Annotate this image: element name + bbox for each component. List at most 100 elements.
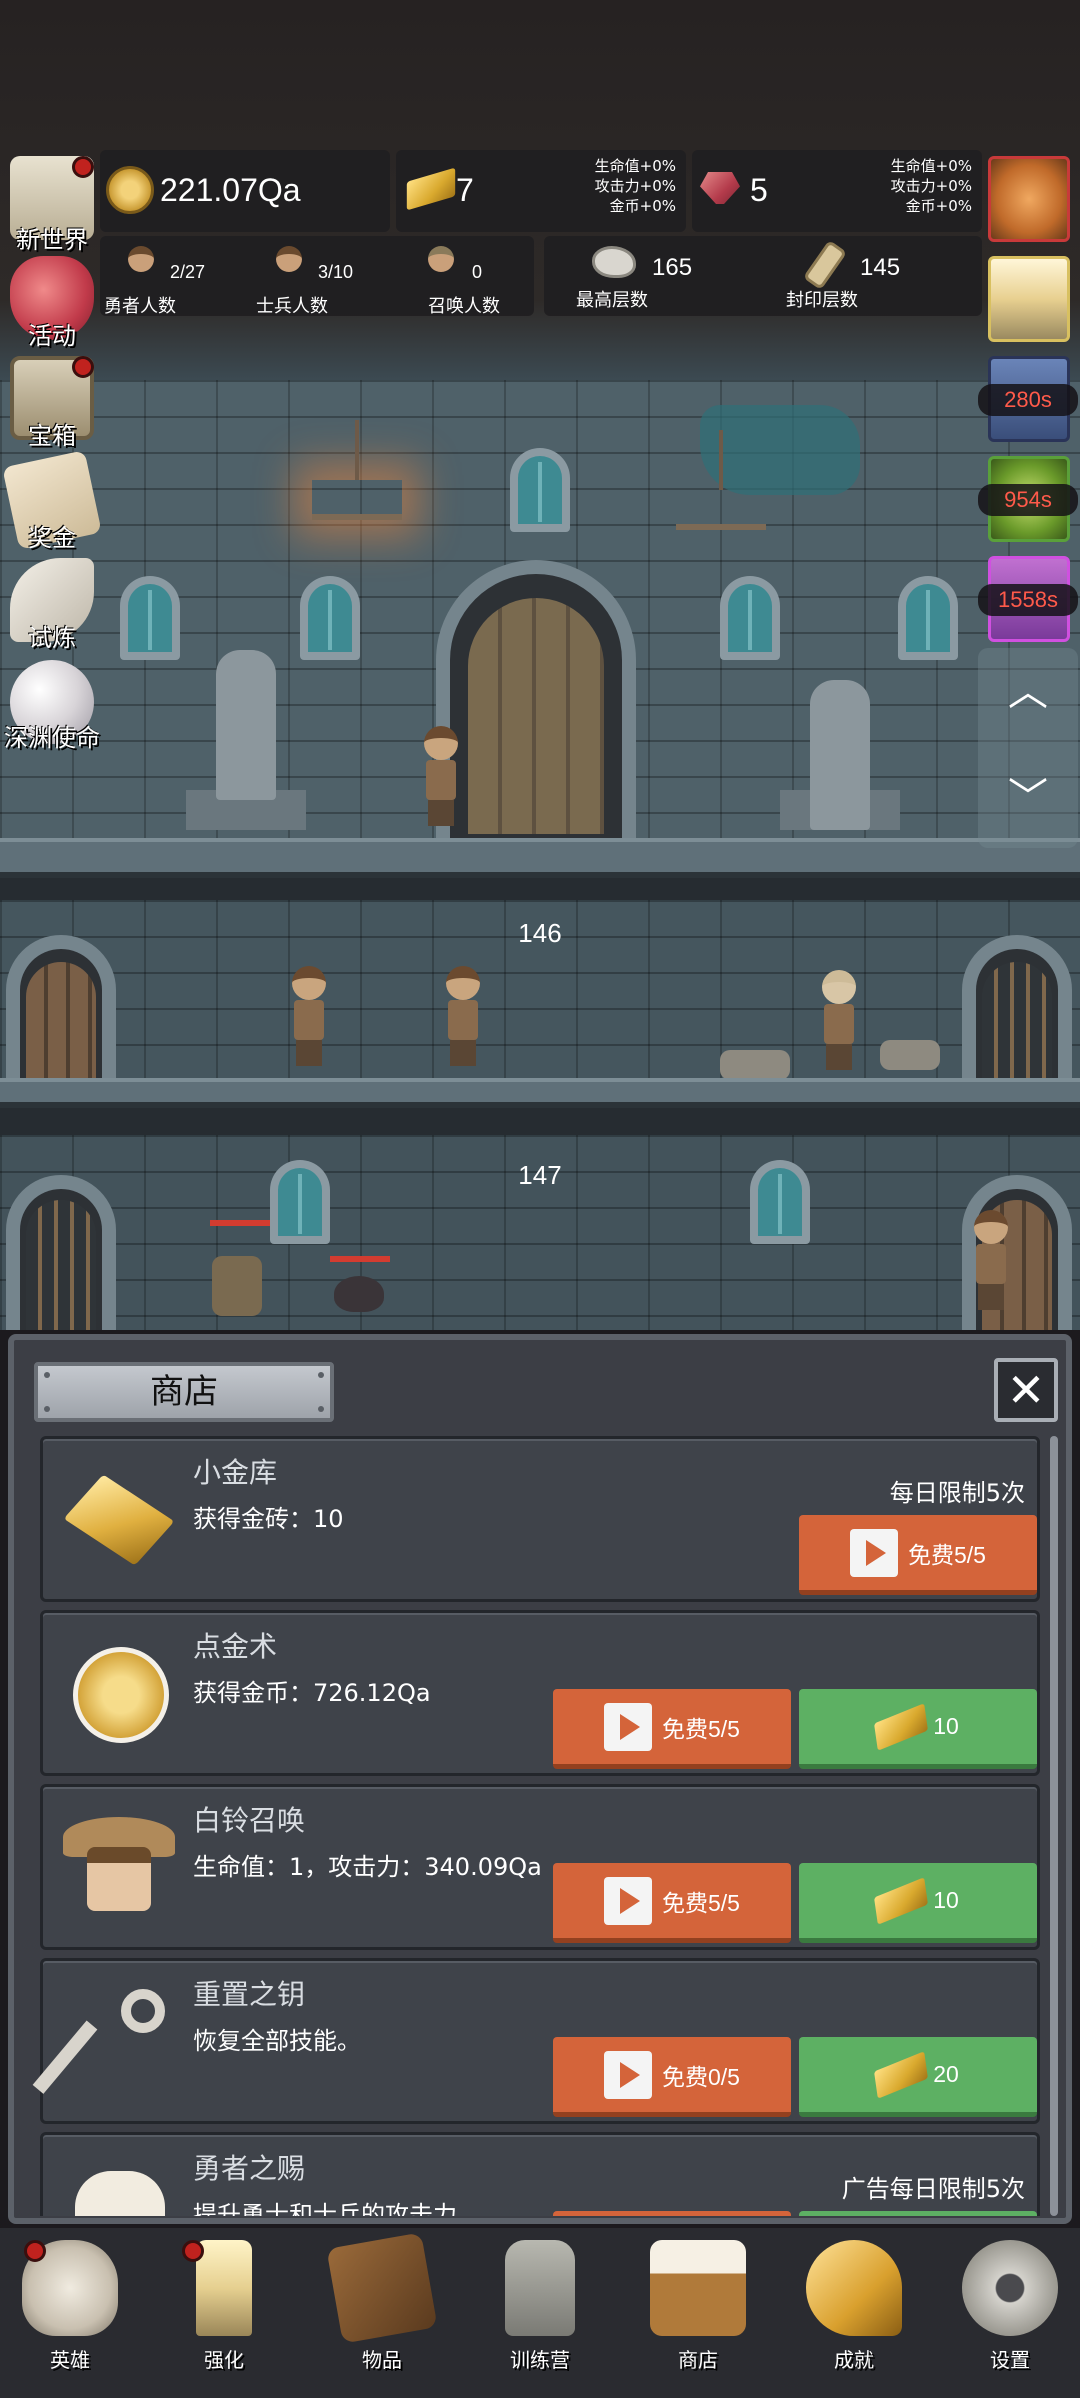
buy-with-gold-bar-button[interactable]: 10 — [799, 1689, 1037, 1769]
gold-bar-icon — [874, 1702, 929, 1751]
enemy-health-bar — [210, 1220, 270, 1226]
wall-damage — [700, 405, 860, 495]
floor-number: 146 — [518, 918, 562, 948]
shop-item-bailing-summon: 白铃召唤 生命值：1，攻击力：340.09Qa 免费5/5 10 — [40, 1784, 1040, 1950]
gem-panel: 5 生命值+0% 攻击力+0% 金币+0% — [692, 150, 982, 232]
gear-icon — [962, 2240, 1058, 2336]
new-world-button[interactable]: 新世界 — [4, 156, 100, 254]
soldier-count: 3/10 — [318, 262, 354, 282]
gem-amount: 5 — [750, 172, 768, 208]
shop-scrollbar[interactable] — [1050, 1436, 1058, 2216]
nav-shop[interactable]: 商店 — [628, 2240, 768, 2390]
hero-character — [424, 726, 458, 826]
window — [120, 576, 180, 660]
summon-avatar-icon — [426, 246, 456, 280]
side-gate — [26, 1200, 96, 1330]
girl-portrait-icon — [59, 1807, 179, 1927]
shop-panel: 商店 ✕ 小金库 获得金砖：10 每日限制5次 免费5/5 点金术 获得金币：7… — [8, 1334, 1072, 2224]
video-ad-icon — [850, 1528, 898, 1577]
video-ad-icon — [604, 1876, 652, 1925]
scroll-down-button[interactable]: ﹀ — [1006, 776, 1050, 820]
chandelier-lit — [312, 420, 402, 520]
shop-title-plate: 商店 — [34, 1362, 334, 1422]
floor-scroll-control: ︿ ﹀ — [978, 648, 1078, 848]
nav-enhance[interactable]: 强化 — [154, 2240, 294, 2390]
gold-bar-amount: 7 — [456, 172, 474, 208]
buy-with-gold-bar-button[interactable] — [799, 2211, 1037, 2216]
enemy-spider — [334, 1276, 384, 1312]
summon-count-label: 召唤人数 — [428, 296, 500, 317]
video-ad-icon — [604, 1702, 652, 1751]
window — [270, 1160, 330, 1244]
shop-item-small-vault: 小金库 获得金砖：10 每日限制5次 免费5/5 — [40, 1436, 1040, 1602]
nav-heroes[interactable]: 英雄 — [0, 2240, 140, 2390]
gold-panel: 221.07Qa — [100, 150, 390, 232]
free-claim-button[interactable] — [553, 2211, 791, 2216]
nav-achievements[interactable]: 成就 — [784, 2240, 924, 2390]
window — [510, 448, 570, 532]
floor-number: 147 — [518, 1160, 562, 1190]
buy-with-gold-bar-button[interactable]: 20 — [799, 2037, 1037, 2117]
soldier-character — [292, 966, 326, 1066]
notification-dot — [72, 356, 94, 378]
window — [720, 576, 780, 660]
summon-count: 0 — [472, 262, 483, 282]
nav-training-camp[interactable]: 训练营 — [470, 2240, 610, 2390]
hero-character — [974, 1210, 1008, 1310]
max-floor-value: 165 — [652, 254, 693, 281]
gold-bar-icon — [874, 1876, 929, 1925]
video-ad-icon — [604, 2050, 652, 2099]
shop-item-reset-key: 重置之钥 恢复全部技能。 免费0/5 20 — [32, 1958, 1040, 2124]
scroll-up-button[interactable]: ︿ — [1006, 670, 1050, 714]
book-icon — [326, 2232, 438, 2344]
trial-button[interactable]: 试炼 — [4, 558, 100, 652]
fallen-skeleton — [720, 1050, 790, 1080]
notification-dot — [72, 156, 94, 178]
key-icon — [32, 1981, 179, 2101]
lantern-icon — [505, 2240, 575, 2336]
red-gem-icon — [700, 172, 740, 204]
floor-stats-panel: 165 最高层数 145 封印层数 — [544, 236, 982, 316]
shop-title: 商店 — [150, 1372, 218, 1412]
bonus-button[interactable]: 奖金 — [2, 450, 102, 552]
beer-mug-icon — [59, 2155, 179, 2216]
key-icon — [806, 2240, 902, 2336]
treasure-chest-button[interactable]: 宝箱 — [4, 356, 100, 450]
stone-tablet-icon — [592, 246, 636, 278]
close-button[interactable]: ✕ — [994, 1358, 1058, 1422]
gem-bonus: 生命值+0% 攻击力+0% 金币+0% — [890, 157, 972, 215]
side-gate — [982, 962, 1052, 1080]
shop-item-hero-gift: 勇者之赐 提升勇士和士兵的攻击力。 广告每日限制5次 — [40, 2132, 1040, 2216]
candle-buff-button[interactable] — [988, 256, 1070, 342]
event-button[interactable]: 活动 — [4, 256, 100, 350]
abyss-mission-button[interactable]: 深渊使命 — [4, 660, 100, 752]
window — [898, 576, 958, 660]
pumpkin-buff-button[interactable] — [988, 156, 1070, 242]
buff-timer: 1558s — [978, 584, 1078, 616]
nav-settings[interactable]: 设置 — [940, 2240, 1080, 2390]
bottom-navigation: 英雄 强化 物品 训练营 商店 成就 设置 — [0, 2228, 1080, 2398]
free-claim-button[interactable]: 免费5/5 — [553, 1689, 791, 1769]
chandelier — [676, 430, 766, 530]
free-claim-button[interactable]: 免费5/5 — [799, 1515, 1037, 1595]
gold-bar-icon — [59, 1459, 179, 1579]
soldier-count-label: 士兵人数 — [256, 296, 328, 317]
ad-daily-limit-label: 广告每日限制5次 — [841, 2175, 1025, 2203]
knight-statue — [216, 650, 276, 800]
free-claim-button[interactable]: 免费0/5 — [553, 2037, 791, 2117]
notification-dot — [24, 2240, 46, 2262]
free-claim-button[interactable]: 免费5/5 — [553, 1863, 791, 1943]
gold-coin-icon — [106, 166, 154, 214]
hero-count-label: 勇者人数 — [104, 296, 176, 317]
gold-bar-icon — [874, 2050, 929, 2099]
buff-timer: 280s — [978, 384, 1078, 416]
daily-limit-label: 每日限制5次 — [889, 1479, 1025, 1507]
buff-timer: 954s — [978, 484, 1078, 516]
knight-statue — [810, 680, 870, 830]
floor-146-ground — [0, 1078, 1080, 1108]
beer-mug-icon — [650, 2240, 746, 2336]
buy-with-gold-bar-button[interactable]: 10 — [799, 1863, 1037, 1943]
unit-count-panel: 2/27 勇者人数 3/10 士兵人数 0 召唤人数 — [100, 236, 534, 317]
seal-scroll-icon — [802, 239, 848, 291]
nav-items[interactable]: 物品 — [312, 2232, 452, 2390]
